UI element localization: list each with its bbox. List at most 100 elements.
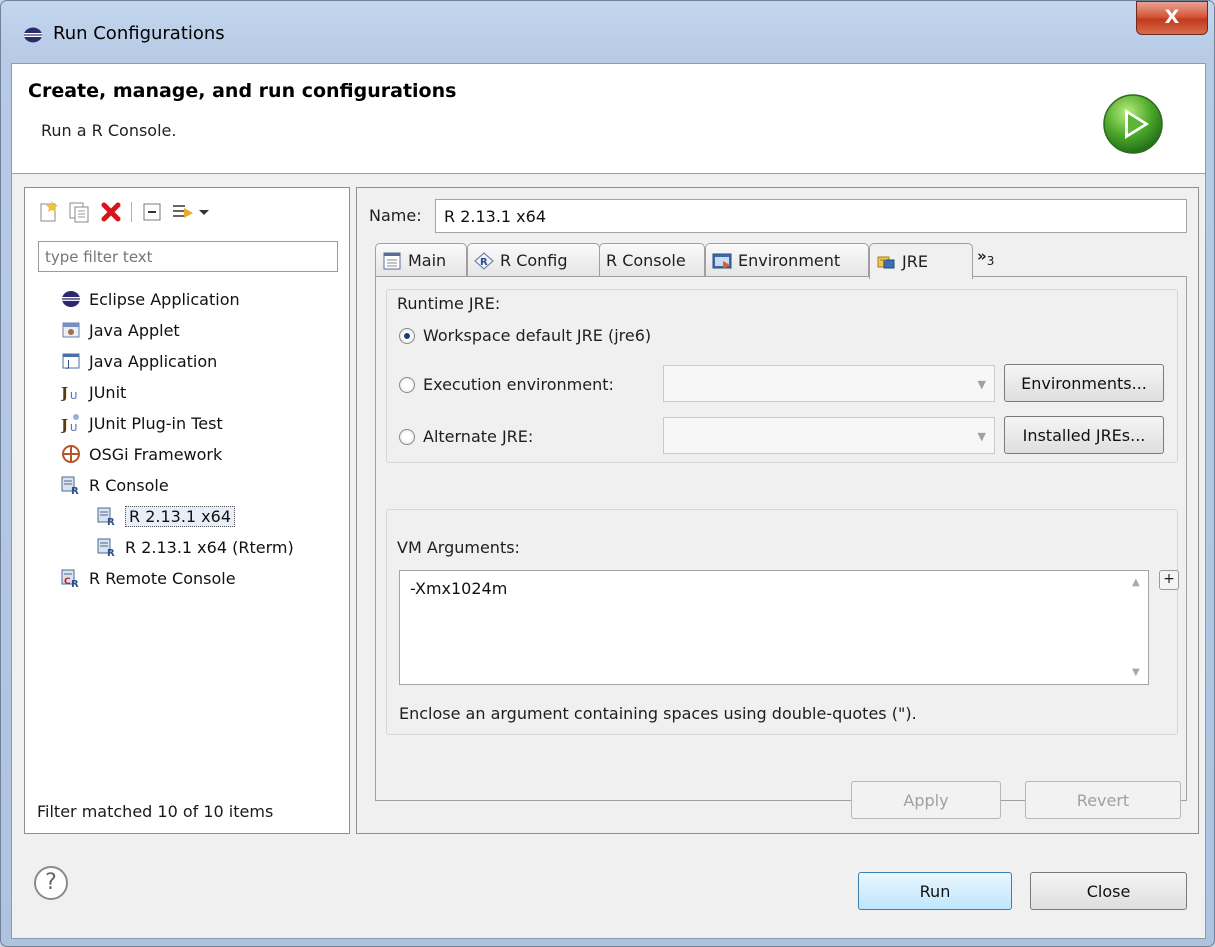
eclipse-icon: [62, 291, 80, 307]
tab-main[interactable]: Main: [375, 243, 467, 277]
close-button[interactable]: Close: [1030, 872, 1187, 910]
tab-jre[interactable]: JRE: [869, 243, 973, 279]
filter-input[interactable]: [38, 241, 338, 272]
delete-icon[interactable]: [99, 200, 123, 224]
r-console-icon: R: [61, 476, 79, 495]
junit-plugin-icon: JU: [61, 414, 79, 433]
tree-toolbar: [37, 198, 337, 228]
alternate-jre-radio[interactable]: Alternate JRE:: [399, 427, 533, 446]
tab-label: R Config: [500, 251, 568, 270]
r-console-icon: R: [97, 507, 115, 526]
radio-checked-icon: [399, 327, 415, 344]
tree-item-r-2-13-1-x64-rterm[interactable]: R R 2.13.1 x64 (Rterm): [97, 534, 294, 560]
scroll-up-icon[interactable]: ▲: [1132, 577, 1140, 588]
tree-item-label: R Console: [89, 475, 169, 495]
tab-label: R Console: [606, 251, 686, 270]
svg-text:J: J: [61, 416, 68, 433]
svg-text:U: U: [70, 423, 77, 433]
environments-button[interactable]: Environments...: [1004, 364, 1164, 402]
tree-item-label: Eclipse Application: [89, 289, 240, 309]
banner-title: Create, manage, and run configurations: [28, 80, 457, 102]
title-bar: Run Configurations X: [1, 1, 1214, 63]
name-label: Name:: [369, 206, 422, 225]
tree-item-junit[interactable]: JU JUnit: [61, 379, 126, 405]
svg-text:R: R: [107, 548, 115, 557]
tree-item-osgi-framework[interactable]: OSGi Framework: [61, 441, 222, 467]
tree-item-eclipse-application[interactable]: Eclipse Application: [61, 286, 240, 312]
configuration-editor-panel: Name: Main R R Config R Console Environm…: [356, 187, 1199, 834]
dialog-client: Create, manage, and run configurations R…: [11, 63, 1206, 939]
tab-label: Environment: [738, 251, 841, 270]
apply-button[interactable]: Apply: [851, 781, 1001, 819]
radio-icon: [399, 428, 415, 445]
tree-item-r-remote-console[interactable]: CR R Remote Console: [61, 565, 236, 591]
dropdown-arrow-icon: ▼: [977, 378, 986, 391]
run-icon: [1103, 94, 1163, 154]
run-configurations-window: Run Configurations X Create, manage, and…: [0, 0, 1215, 947]
toolbar-separator: [131, 202, 132, 222]
window-close-button[interactable]: X: [1136, 1, 1208, 35]
more-tabs-count: 3: [986, 254, 995, 268]
dialog-banner: Create, manage, and run configurations R…: [12, 64, 1205, 174]
configuration-tree-panel: Eclipse Application Java Applet J Java A…: [24, 187, 350, 834]
run-button[interactable]: Run: [858, 872, 1012, 910]
installed-jres-button[interactable]: Installed JREs...: [1004, 416, 1164, 454]
duplicate-icon[interactable]: [67, 200, 91, 224]
svg-text:J: J: [61, 384, 68, 402]
new-configuration-icon[interactable]: [37, 200, 61, 224]
window-title: Run Configurations: [53, 23, 225, 44]
svg-text:R: R: [71, 486, 79, 495]
java-applet-icon: [62, 322, 80, 338]
tree-item-r-console[interactable]: R R Console: [61, 472, 169, 498]
vm-arguments-textarea[interactable]: -Xmx1024m ▲ ▼: [399, 570, 1149, 685]
svg-text:R: R: [480, 257, 488, 268]
vm-arguments-scrollbar[interactable]: ▲ ▼: [1126, 571, 1148, 684]
svg-text:C: C: [64, 577, 71, 587]
tree-item-label: OSGi Framework: [89, 444, 223, 464]
tree-item-label: JUnit Plug-in Test: [89, 413, 223, 433]
more-tabs-button[interactable]: »3: [977, 247, 994, 268]
tree-item-label: JUnit: [89, 382, 127, 402]
config-tabs: Main R R Config R Console Environment JR…: [375, 243, 1195, 279]
tree-item-label: R 2.13.1 x64: [125, 505, 236, 527]
radio-icon: [399, 376, 415, 393]
vm-variables-button[interactable]: +: [1159, 570, 1179, 590]
workspace-default-jre-radio[interactable]: Workspace default JRE (jre6): [399, 326, 651, 345]
tab-r-console[interactable]: R Console: [599, 243, 705, 277]
tree-item-java-applet[interactable]: Java Applet: [61, 317, 180, 343]
vm-arguments-value: -Xmx1024m: [410, 579, 508, 598]
eclipse-icon: [24, 27, 42, 43]
svg-text:U: U: [70, 391, 77, 402]
banner-description: Run a R Console.: [41, 121, 177, 140]
execution-environment-select[interactable]: ▼: [663, 365, 995, 402]
main-tab-icon: [383, 252, 401, 269]
chevron-down-icon[interactable]: [197, 200, 211, 224]
r-remote-console-icon: CR: [61, 569, 79, 588]
tree-item-label: Java Application: [89, 351, 218, 371]
tree-item-java-application[interactable]: J Java Application: [61, 348, 217, 374]
scroll-down-icon[interactable]: ▼: [1132, 667, 1140, 678]
radio-label: Alternate JRE:: [423, 427, 534, 446]
tab-label: Main: [408, 251, 447, 270]
revert-button[interactable]: Revert: [1025, 781, 1181, 819]
tree-item-junit-plugin-test[interactable]: JU JUnit Plug-in Test: [61, 410, 223, 436]
name-input[interactable]: [435, 199, 1187, 233]
environment-icon: [712, 253, 732, 269]
vm-arguments-hint: Enclose an argument containing spaces us…: [399, 704, 917, 723]
help-icon[interactable]: ?: [34, 866, 68, 900]
tree-item-label: R Remote Console: [89, 568, 236, 588]
tree-item-r-2-13-1-x64[interactable]: R R 2.13.1 x64: [97, 503, 236, 529]
dropdown-arrow-icon: ▼: [977, 430, 986, 443]
r-config-icon: R: [474, 251, 494, 270]
execution-environment-radio[interactable]: Execution environment:: [399, 375, 614, 394]
svg-text:R: R: [71, 579, 79, 588]
r-console-icon: R: [97, 538, 115, 557]
collapse-all-icon[interactable]: [141, 200, 165, 224]
radio-label: Execution environment:: [423, 375, 614, 394]
filter-status: Filter matched 10 of 10 items: [37, 802, 274, 821]
alternate-jre-select[interactable]: ▼: [663, 417, 995, 454]
filter-configurations-icon[interactable]: [171, 200, 195, 224]
tab-r-config[interactable]: R R Config: [467, 243, 600, 277]
svg-text:R: R: [107, 517, 115, 526]
tab-environment[interactable]: Environment: [705, 243, 869, 277]
